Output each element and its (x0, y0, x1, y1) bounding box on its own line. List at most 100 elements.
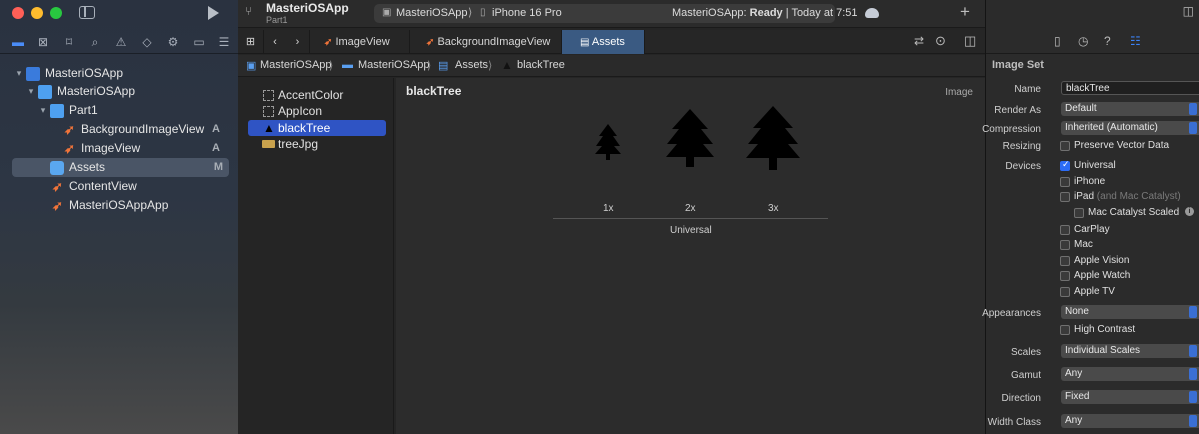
tree-item-label: ContentView (69, 179, 137, 193)
chevron-down-icon[interactable]: ▾ (38, 101, 48, 120)
search-icon[interactable]: ⌕ (87, 34, 103, 50)
device-selector[interactable]: iPhone 16 Pro (492, 7, 562, 19)
tab-assets[interactable]: ▤ Assets (562, 30, 645, 54)
mac-catalyst-scaled-label: Mac Catalyst Scaled (1088, 207, 1180, 218)
chevron-down-icon[interactable]: ▾ (14, 64, 24, 83)
breakpoint-icon[interactable]: ▭ (191, 34, 207, 50)
asset-item-blacktree[interactable]: ▲ blackTree (248, 120, 386, 136)
info-icon[interactable]: i (1185, 207, 1194, 216)
tree-item-file[interactable]: ➶ ImageView A (0, 139, 238, 158)
breadcrumb-project[interactable]: MasteriOSApp (260, 59, 332, 71)
devices-label: Devices (1005, 161, 1041, 172)
preserve-vector-label: Preserve Vector Data (1074, 140, 1170, 151)
render-as-popup[interactable]: Default (1061, 102, 1199, 116)
breadcrumb-assets[interactable]: Assets (455, 59, 488, 71)
asset-item-treejpg[interactable]: treeJpg (248, 136, 386, 152)
phone-icon: ▯ (480, 7, 486, 18)
chevron-down-icon[interactable]: ▾ (26, 82, 36, 101)
bookmark-icon[interactable]: ⌑ (61, 34, 77, 50)
device-tv-checkbox[interactable] (1060, 287, 1070, 297)
window-toolbar: ⑂ MasteriOSApp Part1 ▣ MasteriOSApp ⟩ ▯ … (238, 0, 985, 28)
jump-bar: ▣ MasteriOSApp ⟩ ▬ MasteriOSApp ⟩ ▤ Asse… (238, 55, 985, 77)
high-contrast-label: High Contrast (1074, 324, 1136, 335)
activity-viewer[interactable]: ▣ MasteriOSApp ⟩ ▯ iPhone 16 Pro Masteri… (374, 4, 858, 23)
asset-item-accentcolor[interactable]: AccentColor (248, 87, 386, 103)
name-field[interactable]: blackTree (1061, 81, 1199, 95)
debug-icon[interactable]: ⚙ (165, 34, 181, 50)
tab-backgroundimageview[interactable]: ➶ BackgroundImageView (410, 30, 562, 54)
render-as-value: Default (1065, 103, 1097, 114)
scales-popup[interactable]: Individual Scales (1061, 344, 1199, 358)
device-universal-checkbox[interactable]: ✓ (1060, 159, 1070, 171)
device-vision-checkbox[interactable] (1060, 256, 1070, 266)
high-contrast-checkbox[interactable] (1060, 325, 1070, 335)
asset-item-appicon[interactable]: AppIcon (248, 103, 386, 119)
direction-label: Direction (1001, 393, 1041, 404)
file-inspector-icon[interactable]: ▯ (1054, 34, 1061, 48)
mac-catalyst-scaled-checkbox[interactable] (1074, 208, 1084, 218)
swift-file-icon: ➶ (426, 37, 435, 48)
tree-item-assets-selected[interactable]: Assets M (12, 158, 229, 177)
back-button[interactable]: ‹ (264, 30, 286, 54)
device-tv-label: Apple TV (1074, 286, 1115, 297)
add-button[interactable]: + (960, 2, 970, 22)
preserve-vector-checkbox[interactable] (1060, 141, 1070, 151)
device-mac-checkbox[interactable] (1060, 240, 1070, 250)
gamut-popup[interactable]: Any (1061, 367, 1199, 381)
direction-popup[interactable]: Fixed (1061, 390, 1199, 404)
tree-item-group[interactable]: ▾ Part1 (0, 101, 238, 120)
asset-catalog-icon: ▤ (438, 60, 449, 72)
folder-icon (50, 104, 64, 118)
zoom-window-button[interactable] (50, 7, 62, 19)
device-carplay-checkbox[interactable] (1060, 225, 1070, 235)
device-ipad-label: iPad (and Mac Catalyst) (1074, 191, 1181, 202)
split-editor-icon[interactable]: ◫ (964, 33, 976, 49)
scheme-selector[interactable]: MasteriOSApp (396, 7, 468, 19)
tree-image-3x[interactable] (746, 106, 800, 170)
device-watch-checkbox[interactable] (1060, 271, 1070, 281)
tree-item-label: BackgroundImageView (81, 122, 205, 136)
grid-icon[interactable]: ⊞ (238, 30, 264, 54)
sidebar-toggle-icon[interactable] (79, 6, 95, 19)
tree-item-project[interactable]: ▾ MasteriOSApp (0, 64, 238, 83)
color-set-icon (263, 90, 274, 101)
gamut-label: Gamut (1010, 370, 1041, 381)
appearances-popup[interactable]: None (1061, 305, 1199, 319)
tree-item-file[interactable]: ➶ BackgroundImageView A (0, 120, 238, 139)
attributes-inspector-icon[interactable]: ☷ (1130, 34, 1141, 48)
tab-imageview[interactable]: ➶ ImageView (310, 30, 410, 54)
swap-icon[interactable]: ⇄ (914, 34, 924, 48)
checkmark-icon: ✓ (1062, 159, 1070, 169)
options-icon[interactable]: ⊙ (935, 33, 946, 49)
tree-image-1x[interactable] (595, 124, 621, 160)
close-window-button[interactable] (12, 7, 24, 19)
tree-image-2x[interactable] (666, 109, 714, 167)
inspector-toggle-icon[interactable]: ◫ (986, 4, 1199, 18)
navigator-selector-bar: ▬ ⊠ ⌑ ⌕ ⚠ ◇ ⚙ ▭ ☰ (0, 30, 238, 54)
ipad-note: (and Mac Catalyst) (1096, 191, 1181, 202)
tree-item-group[interactable]: ▾ MasteriOSApp (0, 82, 238, 101)
report-icon[interactable]: ☰ (216, 34, 232, 50)
breadcrumb-asset[interactable]: blackTree (517, 59, 565, 71)
forward-button[interactable]: › (286, 30, 310, 54)
history-icon[interactable]: ◷ (1078, 34, 1088, 48)
tree-item-file[interactable]: ➶ MasteriOSAppApp (0, 196, 238, 215)
minimize-window-button[interactable] (31, 7, 43, 19)
folder-icon[interactable]: ▬ (10, 34, 26, 50)
help-icon[interactable]: ? (1104, 34, 1111, 48)
run-button[interactable] (208, 6, 219, 20)
warning-icon[interactable]: ⚠ (113, 34, 129, 50)
tree-icon: ▲ (263, 121, 275, 135)
scales-value: Individual Scales (1065, 345, 1141, 356)
name-label: Name (1014, 84, 1041, 95)
width-class-popup[interactable]: Any (1061, 414, 1199, 428)
source-control-icon[interactable]: ⊠ (35, 34, 51, 50)
asset-title: blackTree (406, 84, 462, 98)
test-icon[interactable]: ◇ (139, 34, 155, 50)
compression-popup[interactable]: Inherited (Automatic) (1061, 121, 1199, 135)
device-ipad-checkbox[interactable] (1060, 192, 1070, 202)
breadcrumb-group[interactable]: MasteriOSApp (358, 59, 430, 71)
status-prefix: MasteriOSApp: (672, 7, 750, 19)
tree-item-file[interactable]: ➶ ContentView (0, 177, 238, 196)
device-iphone-checkbox[interactable] (1060, 177, 1070, 187)
